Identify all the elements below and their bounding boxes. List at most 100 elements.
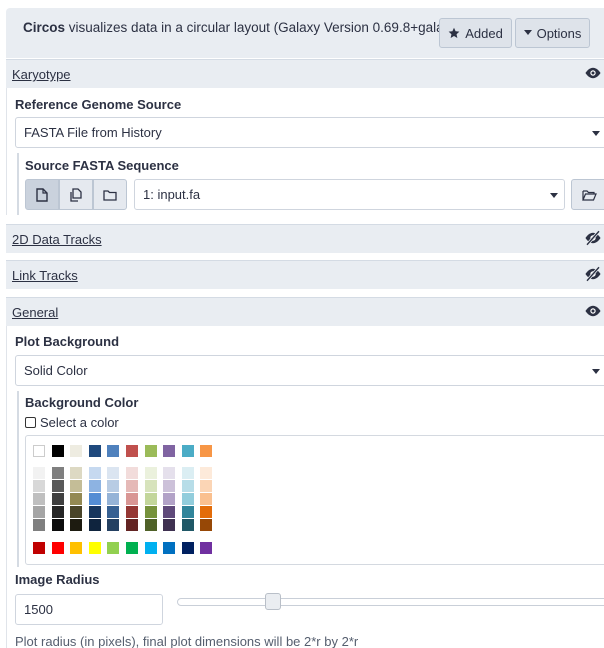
browse-datasets-button[interactable] [571, 179, 604, 210]
section-general-title[interactable]: General [12, 305, 58, 320]
color-swatch-shade[interactable] [107, 480, 120, 492]
color-swatch-shade[interactable] [33, 519, 45, 531]
color-swatch-shade[interactable] [51, 467, 64, 479]
color-swatch-shade[interactable] [88, 506, 101, 518]
ref-genome-select[interactable]: FASTA File from History [15, 117, 604, 148]
image-radius-value: 1500 [24, 602, 53, 617]
section-link-tracks[interactable]: Link Tracks [6, 260, 604, 289]
options-button[interactable]: Options [515, 18, 590, 48]
color-swatch-shade[interactable] [181, 519, 194, 531]
color-swatch-shade[interactable] [144, 506, 157, 518]
color-swatch-shade[interactable] [144, 480, 157, 492]
color-swatch[interactable] [181, 542, 194, 554]
color-swatch[interactable] [107, 542, 120, 554]
caret-down-icon [550, 193, 558, 198]
color-swatch-shade[interactable] [200, 467, 213, 479]
color-swatch[interactable] [70, 542, 83, 554]
color-swatch-shade[interactable] [200, 506, 213, 518]
color-swatch-shade[interactable] [181, 480, 194, 492]
plot-background-select[interactable]: Solid Color [15, 355, 604, 386]
color-swatch-shade[interactable] [70, 480, 83, 492]
image-radius-slider-handle[interactable] [265, 593, 281, 610]
color-swatch[interactable] [126, 542, 138, 554]
color-swatch-shade[interactable] [163, 467, 176, 479]
color-swatch-shade[interactable] [51, 519, 64, 531]
section-karyotype-title[interactable]: Karyotype [12, 67, 71, 82]
color-swatch-shade[interactable] [200, 519, 213, 531]
color-swatch-shade[interactable] [107, 467, 120, 479]
color-swatch-shade[interactable] [70, 519, 83, 531]
section-2d-data-tracks-title[interactable]: 2D Data Tracks [12, 232, 102, 247]
color-swatch-shade[interactable] [126, 493, 138, 505]
color-swatch[interactable] [163, 445, 176, 457]
color-swatch[interactable] [51, 445, 64, 457]
eye-slash-icon[interactable] [584, 230, 602, 246]
color-swatch[interactable] [163, 542, 176, 554]
color-swatch-shade[interactable] [33, 493, 45, 505]
color-swatch-shade[interactable] [126, 519, 138, 531]
color-swatch-shade[interactable] [163, 519, 176, 531]
color-swatch-shade[interactable] [70, 493, 83, 505]
color-swatch[interactable] [33, 542, 45, 554]
color-swatch-shade[interactable] [107, 506, 120, 518]
section-karyotype[interactable]: Karyotype [6, 59, 604, 88]
image-radius-slider-track[interactable] [177, 598, 604, 606]
select-color-row[interactable]: Select a color [25, 415, 119, 430]
color-swatch-shade[interactable] [181, 493, 194, 505]
color-swatch-shade[interactable] [51, 480, 64, 492]
color-swatch-shade[interactable] [126, 467, 138, 479]
single-dataset-button[interactable] [25, 179, 59, 210]
color-swatch-shade[interactable] [144, 493, 157, 505]
color-swatch-shade[interactable] [88, 493, 101, 505]
section-2d-data-tracks[interactable]: 2D Data Tracks [6, 224, 604, 253]
color-swatch-shade[interactable] [107, 519, 120, 531]
color-swatch-shade[interactable] [88, 467, 101, 479]
color-swatch-shade[interactable] [144, 467, 157, 479]
color-swatch-shade[interactable] [51, 493, 64, 505]
color-swatch-shade[interactable] [33, 480, 45, 492]
color-swatch-shade[interactable] [88, 519, 101, 531]
color-swatch-shade[interactable] [163, 506, 176, 518]
dataset-collection-button[interactable] [93, 179, 127, 210]
color-swatch[interactable] [144, 542, 157, 554]
eye-icon[interactable] [584, 303, 602, 319]
color-swatch-shade[interactable] [33, 467, 45, 479]
source-fasta-select[interactable]: 1: input.fa [134, 179, 565, 210]
eye-slash-icon[interactable] [584, 266, 602, 282]
color-swatch-shade[interactable] [144, 519, 157, 531]
image-radius-input[interactable]: 1500 [15, 594, 163, 625]
color-swatch[interactable] [70, 445, 83, 457]
color-swatch-shade[interactable] [51, 506, 64, 518]
color-swatch[interactable] [88, 445, 101, 457]
color-swatch-shade[interactable] [70, 467, 83, 479]
select-color-checkbox[interactable] [25, 417, 36, 428]
color-swatch[interactable] [181, 445, 194, 457]
color-swatch[interactable] [107, 445, 120, 457]
eye-icon[interactable] [584, 65, 602, 81]
caret-down-icon [592, 369, 600, 374]
color-swatch[interactable] [144, 445, 157, 457]
color-swatch-shade[interactable] [107, 493, 120, 505]
color-swatch-shade[interactable] [200, 480, 213, 492]
color-swatch-shade[interactable] [181, 506, 194, 518]
color-swatch[interactable] [126, 445, 138, 457]
color-swatch-shade[interactable] [181, 467, 194, 479]
color-swatch[interactable] [200, 445, 213, 457]
section-link-tracks-title[interactable]: Link Tracks [12, 268, 78, 283]
section-general[interactable]: General [6, 297, 604, 326]
color-swatch-shade[interactable] [70, 506, 83, 518]
multiple-datasets-button[interactable] [59, 179, 93, 210]
color-swatch[interactable] [33, 445, 45, 457]
color-swatch-shade[interactable] [163, 480, 176, 492]
added-button[interactable]: Added [439, 18, 512, 48]
ref-genome-value: FASTA File from History [24, 125, 162, 140]
color-swatch-shade[interactable] [88, 480, 101, 492]
color-swatch-shade[interactable] [200, 493, 213, 505]
color-swatch-shade[interactable] [33, 506, 45, 518]
color-swatch-shade[interactable] [126, 480, 138, 492]
color-swatch[interactable] [200, 542, 213, 554]
color-swatch-shade[interactable] [126, 506, 138, 518]
color-swatch[interactable] [51, 542, 64, 554]
color-swatch[interactable] [88, 542, 101, 554]
color-swatch-shade[interactable] [163, 493, 176, 505]
